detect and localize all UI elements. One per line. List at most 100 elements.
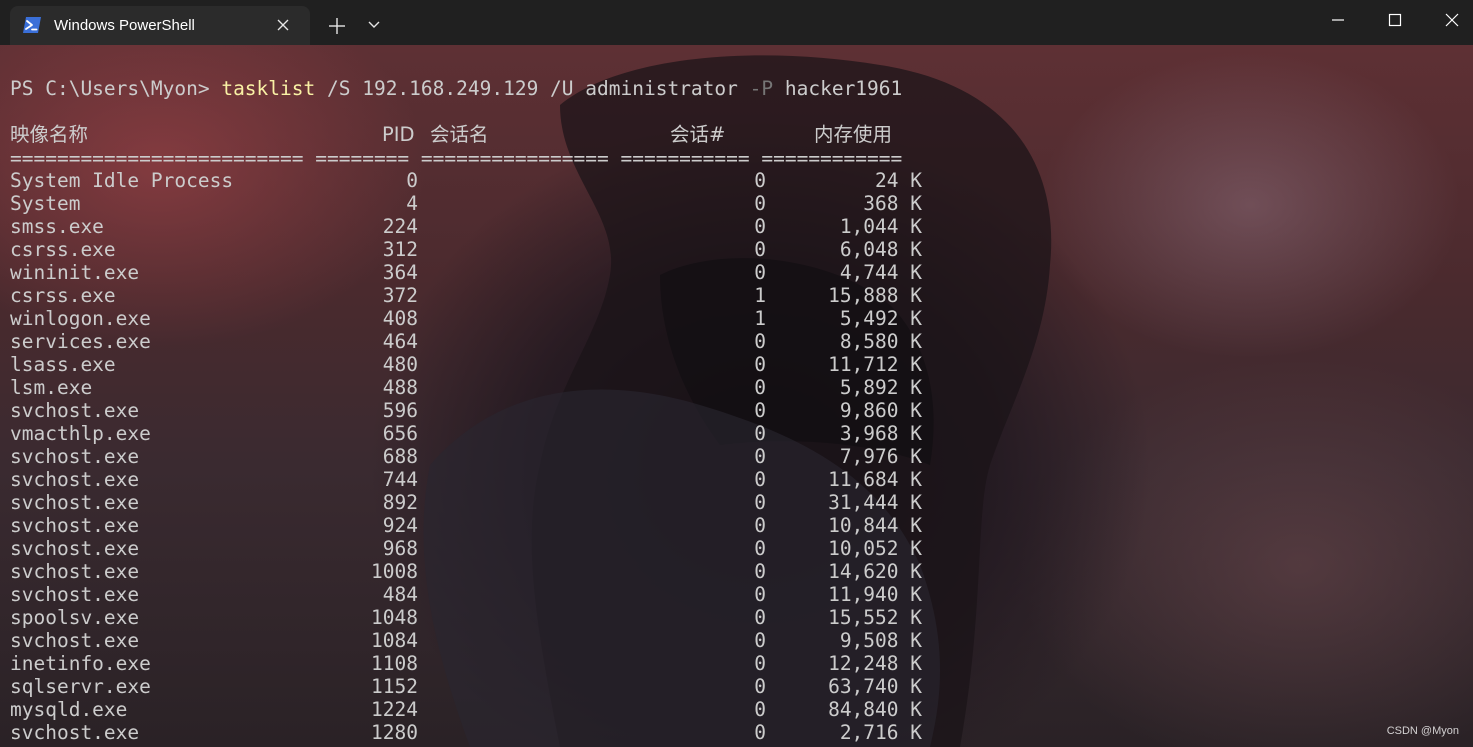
process-memory: 14,620 K	[828, 560, 922, 583]
table-row: svchost.exe 688 0 7,976 K	[0, 445, 960, 468]
process-memory: 8,580 K	[839, 330, 922, 353]
table-row: svchost.exe 968 0 10,052 K	[0, 537, 960, 560]
minimize-icon[interactable]	[1329, 11, 1347, 29]
process-memory: 11,712 K	[828, 353, 922, 376]
table-row: svchost.exe 1008 0 14,620 K	[0, 560, 960, 583]
table-row: csrss.exe 372 1 15,888 K	[0, 284, 960, 307]
table-row: lsm.exe 488 0 5,892 K	[0, 376, 960, 399]
table-row: svchost.exe 1084 0 9,508 K	[0, 629, 960, 652]
process-pid: 4	[406, 192, 418, 215]
process-pid: 744	[382, 468, 418, 491]
process-pid: 892	[382, 491, 418, 514]
process-memory: 6,048 K	[839, 238, 922, 261]
process-name: inetinfo.exe	[10, 652, 151, 675]
header-session-number: 会话#	[670, 123, 726, 146]
title-bar: Windows PowerShell	[0, 0, 1473, 45]
process-session: 0	[754, 698, 766, 721]
table-row: lsass.exe 480 0 11,712 K	[0, 353, 960, 376]
process-session: 0	[754, 629, 766, 652]
process-pid: 1224	[371, 698, 418, 721]
process-memory: 5,492 K	[839, 307, 922, 330]
command-flag: -P	[749, 77, 774, 100]
process-name: services.exe	[10, 330, 151, 353]
process-session: 0	[754, 468, 766, 491]
table-row: svchost.exe 484 0 11,940 K	[0, 583, 960, 606]
process-memory: 84,840 K	[828, 698, 922, 721]
table-header: 映像名称 PID 会话名 会话# 内存使用	[10, 122, 950, 148]
process-memory: 31,444 K	[828, 491, 922, 514]
process-session: 0	[754, 445, 766, 468]
table-row: mysqld.exe 1224 0 84,840 K	[0, 698, 960, 721]
process-pid: 312	[382, 238, 418, 261]
process-name: svchost.exe	[10, 629, 140, 652]
process-name: sqlservr.exe	[10, 675, 151, 698]
process-pid: 364	[382, 261, 418, 284]
process-name: svchost.exe	[10, 583, 140, 606]
process-pid: 1008	[371, 560, 418, 583]
header-image-name: 映像名称	[10, 123, 89, 146]
command-args-2: hacker1961	[773, 77, 903, 100]
process-memory: 24 K	[875, 169, 922, 192]
command-args: /S 192.168.249.129 /U administrator	[315, 77, 750, 100]
process-session: 0	[754, 422, 766, 445]
powershell-icon	[23, 17, 41, 33]
process-name: svchost.exe	[10, 445, 140, 468]
process-name: svchost.exe	[10, 468, 140, 491]
header-pid: PID	[382, 123, 415, 146]
table-row: vmacthlp.exe 656 0 3,968 K	[0, 422, 960, 445]
process-pid: 1048	[371, 606, 418, 629]
close-icon[interactable]	[276, 18, 290, 32]
process-pid: 1108	[371, 652, 418, 675]
table-row: sqlservr.exe 1152 0 63,740 K	[0, 675, 960, 698]
process-name: svchost.exe	[10, 560, 140, 583]
process-session: 0	[754, 261, 766, 284]
terminal-output[interactable]: PS C:\Users\Myon> tasklist /S 192.168.24…	[0, 45, 1473, 747]
table-row: csrss.exe 312 0 6,048 K	[0, 238, 960, 261]
process-pid: 480	[382, 353, 418, 376]
process-session: 0	[754, 514, 766, 537]
process-memory: 4,744 K	[839, 261, 922, 284]
maximize-icon[interactable]	[1386, 11, 1404, 29]
process-memory: 11,684 K	[828, 468, 922, 491]
plus-icon[interactable]	[326, 15, 348, 37]
process-session: 1	[754, 284, 766, 307]
process-memory: 15,888 K	[828, 284, 922, 307]
tab-windows-powershell[interactable]: Windows PowerShell	[10, 6, 310, 45]
process-session: 0	[754, 215, 766, 238]
table-row: svchost.exe 596 0 9,860 K	[0, 399, 960, 422]
process-pid: 464	[382, 330, 418, 353]
process-session: 0	[754, 606, 766, 629]
process-memory: 5,892 K	[839, 376, 922, 399]
process-memory: 15,552 K	[828, 606, 922, 629]
header-memory-usage: 内存使用	[814, 123, 893, 146]
process-session: 0	[754, 721, 766, 744]
process-memory: 10,844 K	[828, 514, 922, 537]
process-session: 0	[754, 399, 766, 422]
table-row: System Idle Process 0 0 24 K	[0, 169, 960, 192]
tab-title: Windows PowerShell	[54, 17, 195, 34]
process-name: lsass.exe	[10, 353, 116, 376]
process-name: csrss.exe	[10, 284, 116, 307]
process-session: 0	[754, 353, 766, 376]
table-row: svchost.exe 924 0 10,844 K	[0, 514, 960, 537]
process-session: 0	[754, 560, 766, 583]
header-session-name: 会话名	[430, 123, 489, 146]
process-name: svchost.exe	[10, 399, 140, 422]
table-row: wininit.exe 364 0 4,744 K	[0, 261, 960, 284]
process-pid: 688	[382, 445, 418, 468]
close-icon[interactable]	[1443, 11, 1461, 29]
process-pid: 1084	[371, 629, 418, 652]
process-memory: 9,860 K	[839, 399, 922, 422]
process-session: 0	[754, 537, 766, 560]
table-separator: ========================= ======== =====…	[10, 147, 903, 170]
command-name: tasklist	[221, 77, 316, 100]
process-name: winlogon.exe	[10, 307, 151, 330]
chevron-down-icon[interactable]	[366, 19, 382, 31]
process-session: 0	[754, 583, 766, 606]
watermark: CSDN @Myon⁠	[1386, 725, 1459, 737]
process-session: 0	[754, 192, 766, 215]
command-line: PS C:\Users\Myon> tasklist /S 192.168.24…	[10, 77, 902, 101]
process-name: System Idle Process	[10, 169, 234, 192]
process-name: lsm.exe	[10, 376, 93, 399]
process-pid: 1280	[371, 721, 418, 744]
